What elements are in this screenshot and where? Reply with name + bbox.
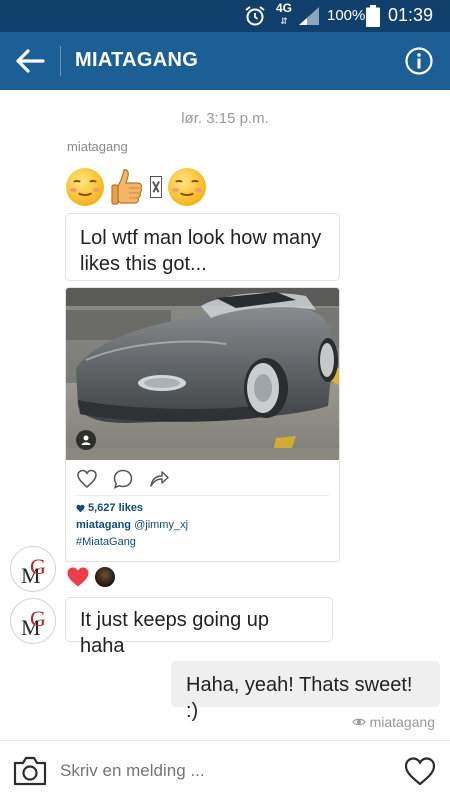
- like-count[interactable]: 5,627 likes: [76, 502, 143, 514]
- status-bar: 4G ⇵ 100% 01:39: [0, 0, 450, 32]
- outgoing-message[interactable]: Haha, yeah! Thats sweet! :): [171, 661, 440, 722]
- comment-icon[interactable]: [112, 468, 134, 490]
- app-bar: MIATAGANG: [0, 32, 450, 90]
- reactor-avatar: [94, 566, 116, 588]
- signal-icon: [299, 7, 319, 25]
- tagged-people-button[interactable]: [76, 430, 96, 450]
- svg-text:G: G: [30, 606, 46, 631]
- conversation-title: MIATAGANG: [75, 49, 199, 71]
- message-input[interactable]: [60, 761, 380, 781]
- svg-text:G: G: [30, 554, 46, 579]
- post-caption: miatagang @jimmy_xj: [76, 519, 188, 531]
- heart-outline-icon[interactable]: [76, 468, 98, 490]
- network-type: 4G: [276, 1, 293, 15]
- info-icon[interactable]: [404, 46, 434, 76]
- camera-icon[interactable]: [12, 754, 48, 788]
- message-composer: [0, 740, 450, 800]
- heart-icon: [67, 567, 89, 587]
- sender-name: miatagang: [67, 139, 128, 154]
- missing-glyph: [150, 176, 162, 198]
- message-timestamp: lør. 3:15 p.m.: [181, 110, 269, 127]
- clock: 01:39: [388, 5, 434, 25]
- post-photo[interactable]: [66, 288, 340, 460]
- back-arrow-icon[interactable]: [14, 46, 46, 76]
- smiling-face-emoji: [66, 168, 104, 206]
- app-bar-divider: [60, 46, 61, 76]
- eye-icon: [351, 718, 366, 726]
- heart-outline-icon[interactable]: [403, 755, 437, 787]
- miatagang-logo: M G: [21, 606, 46, 640]
- post-username[interactable]: miatagang: [76, 519, 131, 531]
- share-arrow-icon[interactable]: [148, 468, 170, 490]
- seen-by-name: miatagang: [369, 714, 435, 730]
- alarm-icon: [245, 6, 265, 26]
- emoji-message[interactable]: [66, 165, 206, 209]
- miatagang-logo: M G: [21, 554, 46, 588]
- battery-icon: [366, 5, 380, 27]
- post-mention[interactable]: @jimmy_xj: [134, 519, 188, 531]
- shared-post-card[interactable]: 5,627 likes miatagang @jimmy_xj #MiataGa…: [65, 287, 340, 562]
- thumbs-up-emoji: [111, 169, 143, 205]
- battery-percent: 100%: [327, 7, 366, 24]
- like-count-text: 5,627 likes: [88, 502, 144, 514]
- incoming-message[interactable]: It just keeps going up haha: [65, 597, 333, 657]
- message-reactions[interactable]: [66, 566, 116, 588]
- post-actions: [76, 468, 170, 490]
- post-divider: [76, 495, 329, 496]
- smiling-face-emoji: [168, 168, 206, 206]
- avatar[interactable]: M G: [10, 598, 56, 644]
- network-indicator: 4G ⇵: [276, 2, 292, 28]
- incoming-message[interactable]: Lol wtf man look how many likes this got…: [65, 213, 340, 281]
- seen-indicator: miatagang: [351, 714, 435, 730]
- data-arrows-icon: ⇵: [280, 16, 288, 26]
- person-icon: [81, 435, 91, 445]
- avatar[interactable]: M G: [10, 546, 56, 592]
- small-heart-icon: [76, 504, 85, 512]
- post-hashtag[interactable]: #MiataGang: [76, 536, 136, 548]
